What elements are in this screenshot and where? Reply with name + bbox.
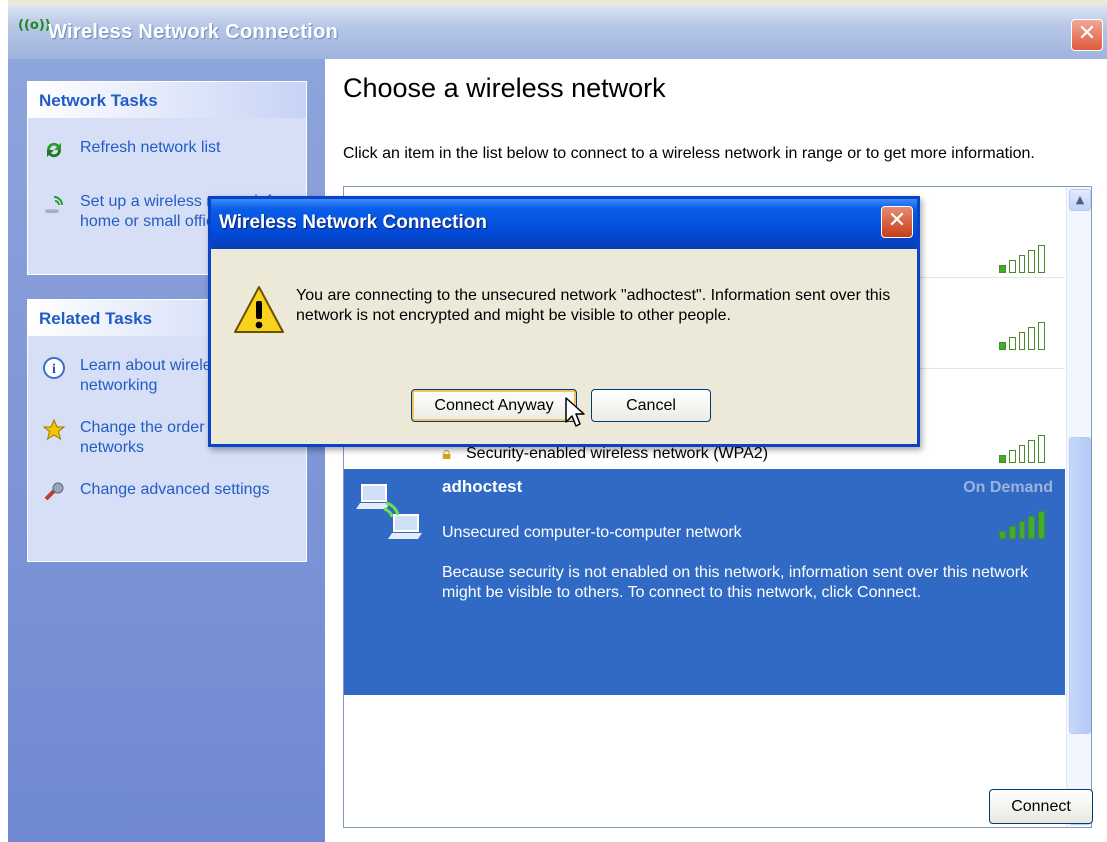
- refresh-network-list-link[interactable]: Refresh network list: [28, 138, 306, 158]
- star-icon: [42, 418, 66, 442]
- warning-icon: [233, 284, 285, 336]
- dialog-close-button[interactable]: ✕: [881, 206, 913, 238]
- task-pane: Network Tasks Refresh network list Set u…: [8, 59, 325, 842]
- connect-button[interactable]: Connect: [989, 789, 1093, 824]
- window-title: Wireless Network Connection: [48, 21, 339, 43]
- window-titlebar[interactable]: ((o)) Wireless Network Connection ✕: [8, 5, 1107, 59]
- learn-wireless-networking-label: Learn about wireless networking: [80, 357, 228, 394]
- connect-anyway-button[interactable]: Connect Anyway: [411, 389, 577, 422]
- window-close-button[interactable]: ✕: [1071, 19, 1103, 51]
- signal-strength-icon: [999, 245, 1045, 273]
- wireless-icon: ((o)): [18, 18, 51, 33]
- network-description: Because security is not enabled on this …: [442, 564, 1029, 601]
- change-advanced-settings-label: Change advanced settings: [80, 481, 270, 498]
- main-pane: Choose a wireless network Click an item …: [325, 59, 1107, 842]
- network-list-item-selected[interactable]: adhoctest On Demand Unsecured computer-t…: [344, 469, 1065, 695]
- signal-strength-icon: [999, 511, 1045, 539]
- intro-text: Click an item in the list below to conne…: [343, 145, 1035, 162]
- unsecured-network-dialog: Wireless Network Connection ✕ You are co…: [208, 196, 920, 447]
- hand-cursor-icon: [564, 396, 586, 432]
- info-icon: i: [42, 356, 66, 380]
- dialog-titlebar[interactable]: Wireless Network Connection ✕: [211, 199, 917, 249]
- scroll-thumb[interactable]: [1069, 437, 1091, 734]
- signal-strength-icon: [999, 322, 1045, 350]
- network-tasks-heading[interactable]: Network Tasks: [28, 82, 306, 118]
- wireless-setup-icon: [42, 192, 66, 216]
- network-name: adhoctest: [442, 477, 523, 496]
- refresh-icon: [42, 138, 66, 162]
- lock-icon: 🔒︎: [442, 444, 452, 464]
- refresh-network-list-label: Refresh network list: [80, 139, 221, 156]
- signal-strength-icon: [999, 435, 1045, 463]
- page-title: Choose a wireless network: [343, 73, 666, 103]
- dialog-title: Wireless Network Connection: [219, 212, 487, 233]
- computer-network-icon: [356, 479, 430, 553]
- network-type-label: Unsecured computer-to-computer network: [442, 524, 742, 541]
- svg-text:i: i: [52, 362, 56, 377]
- network-status: On Demand: [963, 479, 1053, 496]
- network-security-label: Security-enabled wireless network (WPA2): [466, 445, 769, 462]
- settings-icon: [42, 480, 66, 504]
- scroll-up-button[interactable]: ▲: [1069, 189, 1091, 211]
- network-list-scrollbar[interactable]: ▲ ▼: [1066, 187, 1091, 827]
- cancel-button[interactable]: Cancel: [591, 389, 711, 422]
- change-advanced-settings-link[interactable]: Change advanced settings: [28, 480, 306, 501]
- dialog-message: You are connecting to the unsecured netw…: [296, 287, 891, 324]
